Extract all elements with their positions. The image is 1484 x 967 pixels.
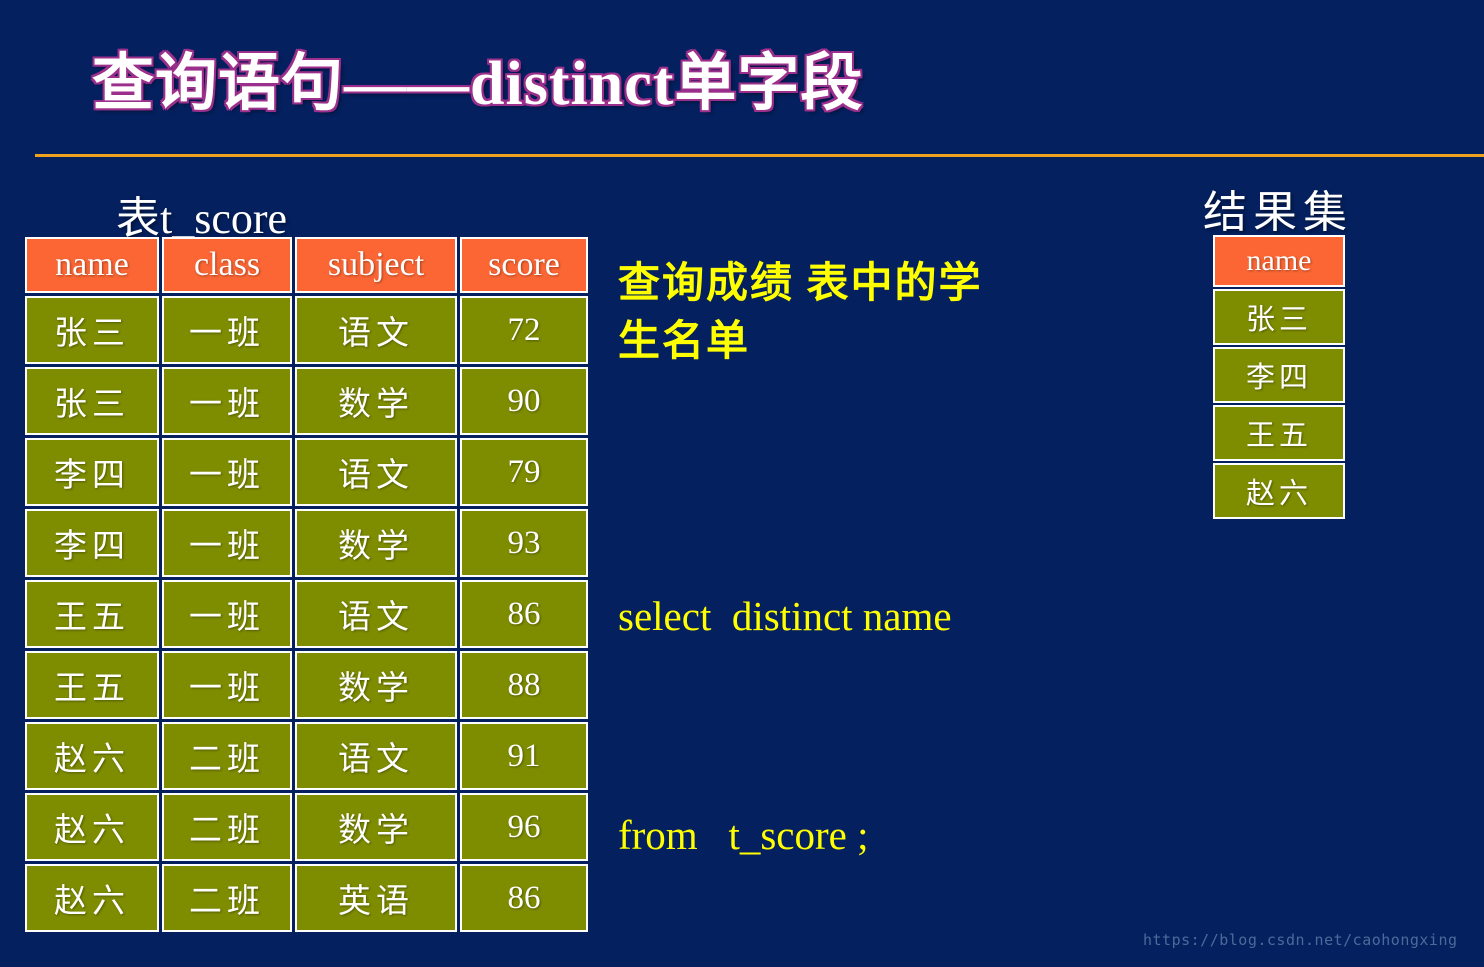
cell-subject: 数学 <box>295 367 457 435</box>
title-divider-rule <box>35 154 1484 157</box>
result-table: name 张三 李四 王五 赵六 <box>1211 233 1347 521</box>
table-row: 赵六 二班 数学 96 <box>25 793 588 861</box>
sql-line-2: from t_score ; <box>618 811 869 858</box>
cell-score: 93 <box>460 509 588 577</box>
cell-class: 一班 <box>162 296 292 364</box>
sql-line-1: select distinct name <box>618 592 952 639</box>
cell-score: 90 <box>460 367 588 435</box>
cell-score: 91 <box>460 722 588 790</box>
sql-statement: select distinct name from t_score ; <box>618 434 1138 967</box>
cell-subject: 英语 <box>295 864 457 932</box>
cell-class: 一班 <box>162 580 292 648</box>
column-header-subject: subject <box>295 237 457 293</box>
cell-name: 赵六 <box>25 793 159 861</box>
table-row: 张三 一班 语文 72 <box>25 296 588 364</box>
column-header-class: class <box>162 237 292 293</box>
query-description-line-2: 生名单 <box>618 318 751 365</box>
column-header-name: name <box>1213 235 1345 287</box>
table-row: 赵六 二班 语文 91 <box>25 722 588 790</box>
page-title: 查询语句——distinct单字段 <box>92 50 864 118</box>
cell-name: 张三 <box>25 296 159 364</box>
table-row: 李四 <box>1213 347 1345 403</box>
cell-score: 96 <box>460 793 588 861</box>
column-header-score: score <box>460 237 588 293</box>
cell-score: 86 <box>460 580 588 648</box>
result-table-header-row: name <box>1213 235 1345 287</box>
cell-name: 王五 <box>25 580 159 648</box>
cell-name: 张三 <box>1213 289 1345 345</box>
table-row: 张三 一班 数学 90 <box>25 367 588 435</box>
slide-canvas: 查询语句——distinct单字段 表t_score name class su… <box>0 0 1484 967</box>
cell-name: 赵六 <box>1213 463 1345 519</box>
cell-subject: 数学 <box>295 651 457 719</box>
cell-name: 李四 <box>25 438 159 506</box>
table-row: 李四 一班 数学 93 <box>25 509 588 577</box>
cell-name: 李四 <box>25 509 159 577</box>
cell-name: 李四 <box>1213 347 1345 403</box>
cell-score: 86 <box>460 864 588 932</box>
cell-class: 二班 <box>162 793 292 861</box>
cell-class: 一班 <box>162 438 292 506</box>
query-description-line-1: 查询成绩 表中的学 <box>618 261 983 307</box>
table-row: 李四 一班 语文 79 <box>25 438 588 506</box>
query-description: 查询成绩 表中的学 生名单 <box>618 256 1088 372</box>
column-header-name: name <box>25 237 159 293</box>
cell-name: 赵六 <box>25 722 159 790</box>
cell-name: 王五 <box>25 651 159 719</box>
cell-subject: 语文 <box>295 438 457 506</box>
table-row: 赵六 <box>1213 463 1345 519</box>
table-row: 王五 一班 语文 86 <box>25 580 588 648</box>
cell-class: 二班 <box>162 722 292 790</box>
result-table-caption: 结果集 <box>1203 188 1353 237</box>
table-row: 张三 <box>1213 289 1345 345</box>
cell-subject: 数学 <box>295 793 457 861</box>
cell-class: 二班 <box>162 864 292 932</box>
table-row: 王五 一班 数学 88 <box>25 651 588 719</box>
cell-class: 一班 <box>162 651 292 719</box>
cell-subject: 语文 <box>295 296 457 364</box>
cell-name: 张三 <box>25 367 159 435</box>
cell-subject: 语文 <box>295 722 457 790</box>
cell-score: 88 <box>460 651 588 719</box>
table-row: 王五 <box>1213 405 1345 461</box>
cell-score: 72 <box>460 296 588 364</box>
cell-subject: 语文 <box>295 580 457 648</box>
cell-name: 赵六 <box>25 864 159 932</box>
source-table-header-row: name class subject score <box>25 237 588 293</box>
cell-class: 一班 <box>162 367 292 435</box>
cell-class: 一班 <box>162 509 292 577</box>
source-table: name class subject score 张三 一班 语文 72 张三 … <box>22 234 591 935</box>
cell-score: 79 <box>460 438 588 506</box>
cell-subject: 数学 <box>295 509 457 577</box>
watermark-url: https://blog.csdn.net/caohongxing <box>1143 931 1458 949</box>
cell-name: 王五 <box>1213 405 1345 461</box>
table-row: 赵六 二班 英语 86 <box>25 864 588 932</box>
